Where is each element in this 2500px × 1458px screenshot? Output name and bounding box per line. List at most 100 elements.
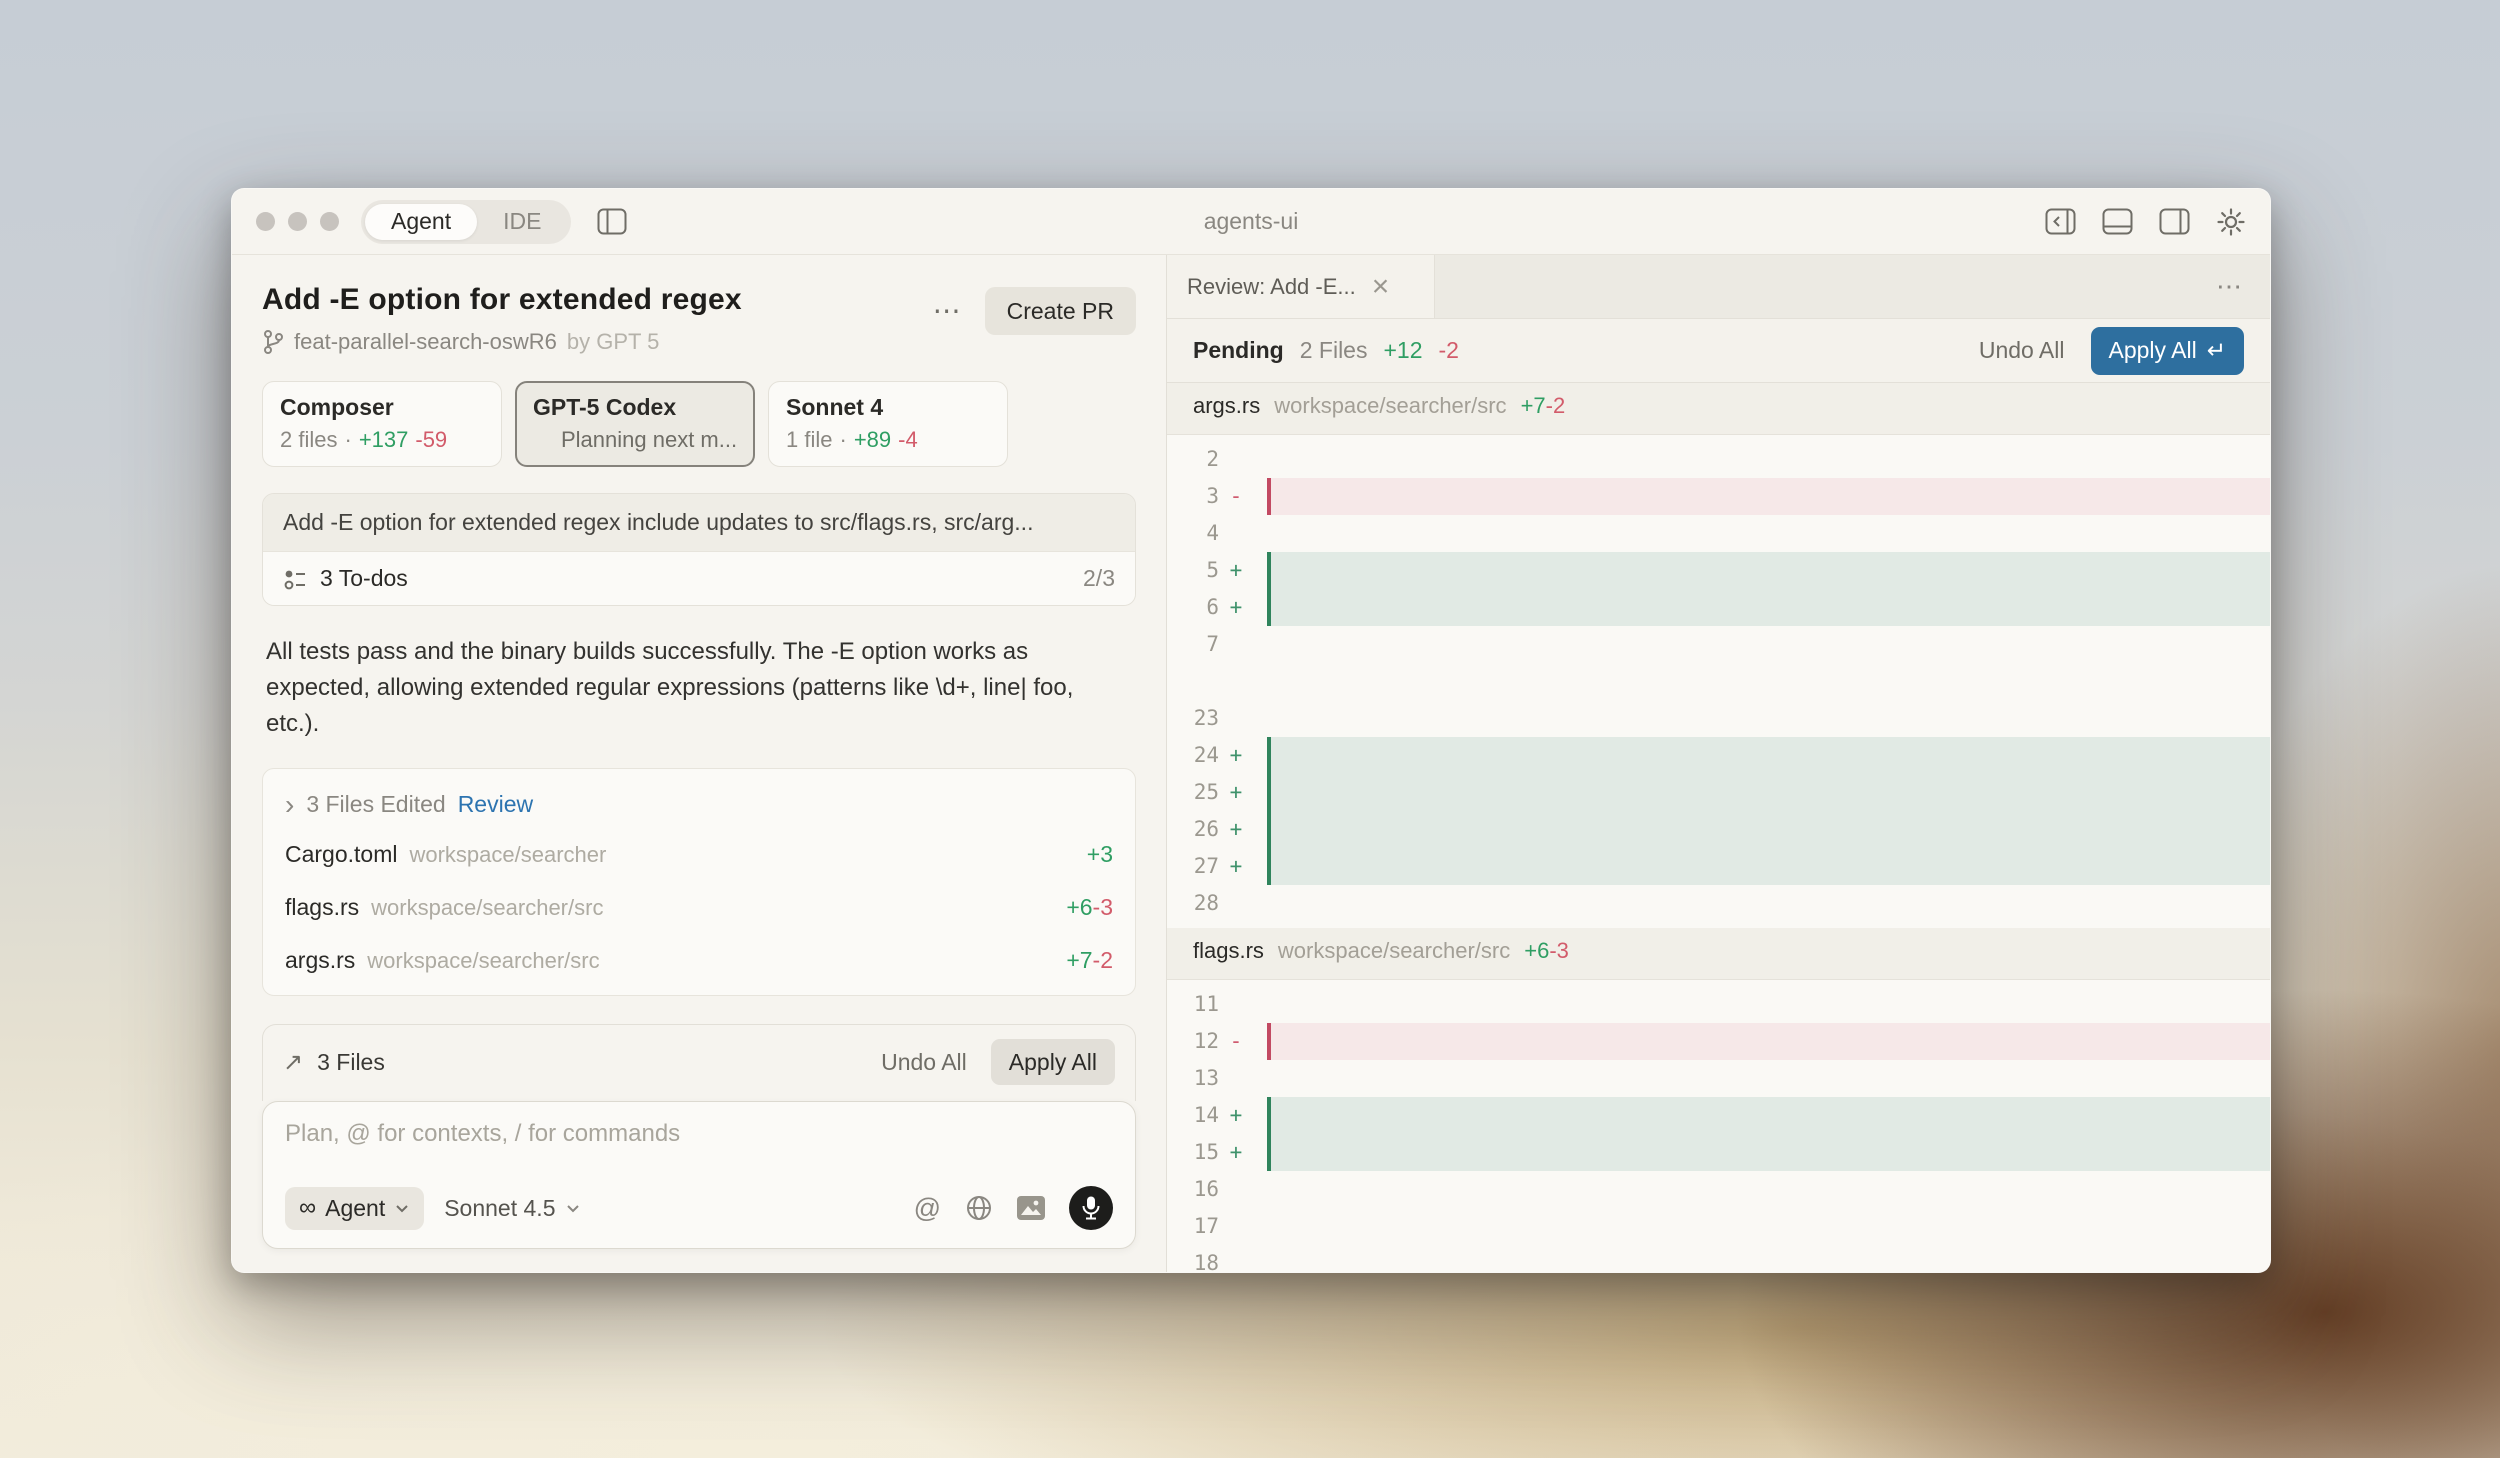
diff-sign	[1219, 1245, 1253, 1273]
agent-card-files: 1 file	[786, 427, 832, 453]
microphone-button[interactable]	[1069, 1186, 1113, 1230]
diff-file-deletions: -2	[1546, 393, 1566, 418]
diff-sign: +	[1219, 737, 1253, 774]
diff-row: 24 + + .arg(clap::Arg::new("extended-reg…	[1167, 737, 2270, 774]
file-name: args.rs	[285, 947, 355, 974]
line-number: 6	[1167, 589, 1219, 626]
agent-message: All tests pass and the binary builds suc…	[262, 634, 1136, 742]
file-deletions: -3	[1093, 894, 1113, 920]
files-edited-card: › 3 Files Edited Review Cargo.toml works…	[262, 768, 1136, 996]
diff-sign: +	[1219, 1097, 1253, 1134]
file-row[interactable]: args.rs workspace/searcher/src +7-2	[285, 934, 1113, 987]
diff-sign: +	[1219, 552, 1253, 589]
diff-gutter: 13	[1167, 1060, 1267, 1097]
collapse-panel-icon[interactable]	[2045, 208, 2076, 235]
undo-all-button[interactable]: Undo All	[1979, 337, 2065, 364]
review-file-count: 2 Files	[1300, 337, 1368, 364]
diff-sign: +	[1219, 811, 1253, 848]
disclosure-chevron-icon[interactable]: ›	[285, 795, 294, 815]
close-icon[interactable]: ×	[1372, 272, 1390, 302]
diff-view[interactable]: args.rs workspace/searcher/src +7-2 2	[1167, 383, 2270, 1273]
diff-gutter: 7	[1167, 626, 1267, 663]
more-options-icon[interactable]: ⋯	[933, 297, 963, 325]
review-link[interactable]: Review	[458, 791, 533, 818]
titlebar-actions	[2045, 207, 2246, 237]
file-name: flags.rs	[285, 894, 359, 921]
todo-list-icon	[283, 566, 307, 592]
agent-card[interactable]: Sonnet 4 1 file · +89-4	[768, 381, 1008, 467]
close-window-button[interactable]	[256, 212, 275, 231]
file-row[interactable]: flags.rs workspace/searcher/src +6-3	[285, 881, 1113, 934]
line-number: 27	[1167, 848, 1219, 885]
file-path: workspace/searcher/src	[371, 895, 603, 921]
branch-name: feat-parallel-search-oswR6	[294, 329, 557, 355]
review-tab-label: Review: Add -E...	[1187, 274, 1356, 300]
diff-file-path: workspace/searcher/src	[1278, 938, 1510, 964]
line-number: 5	[1167, 552, 1219, 589]
file-name: Cargo.toml	[285, 841, 397, 868]
tab-ide[interactable]: IDE	[477, 204, 567, 240]
diff-sign	[1219, 441, 1253, 478]
undo-all-button[interactable]: Undo All	[881, 1049, 967, 1076]
diff-sign	[1219, 885, 1253, 922]
dot-separator: ·	[839, 427, 846, 453]
todos-row[interactable]: 3 To-dos 2/3	[263, 551, 1135, 605]
diff-sign: -	[1219, 478, 1253, 515]
line-number: 7	[1167, 626, 1219, 663]
tabstrip-more-icon[interactable]: ⋯	[2216, 271, 2270, 302]
mention-at-icon[interactable]: @	[914, 1193, 941, 1224]
diff-sign: +	[1219, 848, 1253, 885]
file-row[interactable]: Cargo.toml workspace/searcher +3	[285, 828, 1113, 881]
review-additions: +12	[1383, 337, 1422, 364]
agent-card[interactable]: Composer 2 files · +137-59	[262, 381, 502, 467]
agent-card-name: Sonnet 4	[786, 394, 990, 421]
file-additions: +3	[1087, 841, 1113, 867]
diff-row: 23 .arg(clap::Arg::new("version").short(…	[1167, 700, 2270, 737]
diff-row: 17 }	[1167, 1208, 2270, 1245]
tab-agent[interactable]: Agent	[365, 204, 477, 240]
apply-all-button[interactable]: Apply All	[991, 1039, 1115, 1085]
maximize-window-button[interactable]	[320, 212, 339, 231]
line-number	[1167, 663, 1219, 700]
sidebar-toggle-icon[interactable]	[597, 208, 627, 235]
bottom-panel-icon[interactable]	[2102, 208, 2133, 235]
line-number: 18	[1167, 1245, 1219, 1273]
review-tab[interactable]: Review: Add -E... ×	[1167, 255, 1435, 318]
diff-gutter: 2	[1167, 441, 1267, 478]
model-dropdown[interactable]: Sonnet 4.5	[444, 1195, 581, 1222]
agent-mode-dropdown[interactable]: ∞ Agent	[285, 1187, 424, 1230]
review-toolbar: Pending 2 Files +12 -2 Undo All Apply Al…	[1167, 319, 2270, 383]
diff-sign: +	[1219, 589, 1253, 626]
composer-input-card[interactable]: Plan, @ for contexts, / for commands ∞ A…	[262, 1101, 1136, 1249]
diff-file-deletions: -3	[1549, 938, 1569, 963]
diff-file-header[interactable]: flags.rs workspace/searcher/src +6-3	[1167, 928, 2270, 980]
create-pr-button[interactable]: Create PR	[985, 287, 1136, 335]
diff-row: 18	[1167, 1245, 2270, 1273]
agent-card[interactable]: GPT-5 Codex Planning next m...	[515, 381, 755, 467]
todos-label: 3 To-dos	[320, 565, 408, 592]
image-attach-icon[interactable]	[1017, 1196, 1045, 1220]
diff-row: 3 - Help,	[1167, 478, 2270, 515]
minimize-window-button[interactable]	[288, 212, 307, 231]
diff-gutter: 11	[1167, 986, 1267, 1023]
chevron-down-icon	[565, 1200, 581, 1216]
file-path: workspace/searcher/src	[367, 948, 599, 974]
web-globe-icon[interactable]	[965, 1194, 993, 1222]
title-bar: Agent IDE agents-ui	[232, 189, 2270, 255]
diff-sign	[1219, 700, 1253, 737]
diff-file-header[interactable]: args.rs workspace/searcher/src +7-2	[1167, 383, 2270, 435]
line-number: 24	[1167, 737, 1219, 774]
apply-all-button[interactable]: Apply All ↵	[2091, 327, 2245, 375]
diff-gutter: 18	[1167, 1245, 1267, 1273]
app-window: Agent IDE agents-ui	[231, 188, 2271, 1273]
right-panel-icon[interactable]	[2159, 208, 2190, 235]
line-number: 16	[1167, 1171, 1219, 1208]
diff-row: 28 }	[1167, 885, 2270, 922]
line-number: 2	[1167, 441, 1219, 478]
diff-sign	[1219, 515, 1253, 552]
enter-key-icon: ↵	[2207, 337, 2226, 364]
diff-row: 15 + + pub use_regex: bool,	[1167, 1134, 2270, 1171]
settings-gear-icon[interactable]	[2216, 207, 2246, 237]
review-deletions: -2	[1439, 337, 1459, 364]
diff-file-name: flags.rs	[1193, 938, 1264, 964]
